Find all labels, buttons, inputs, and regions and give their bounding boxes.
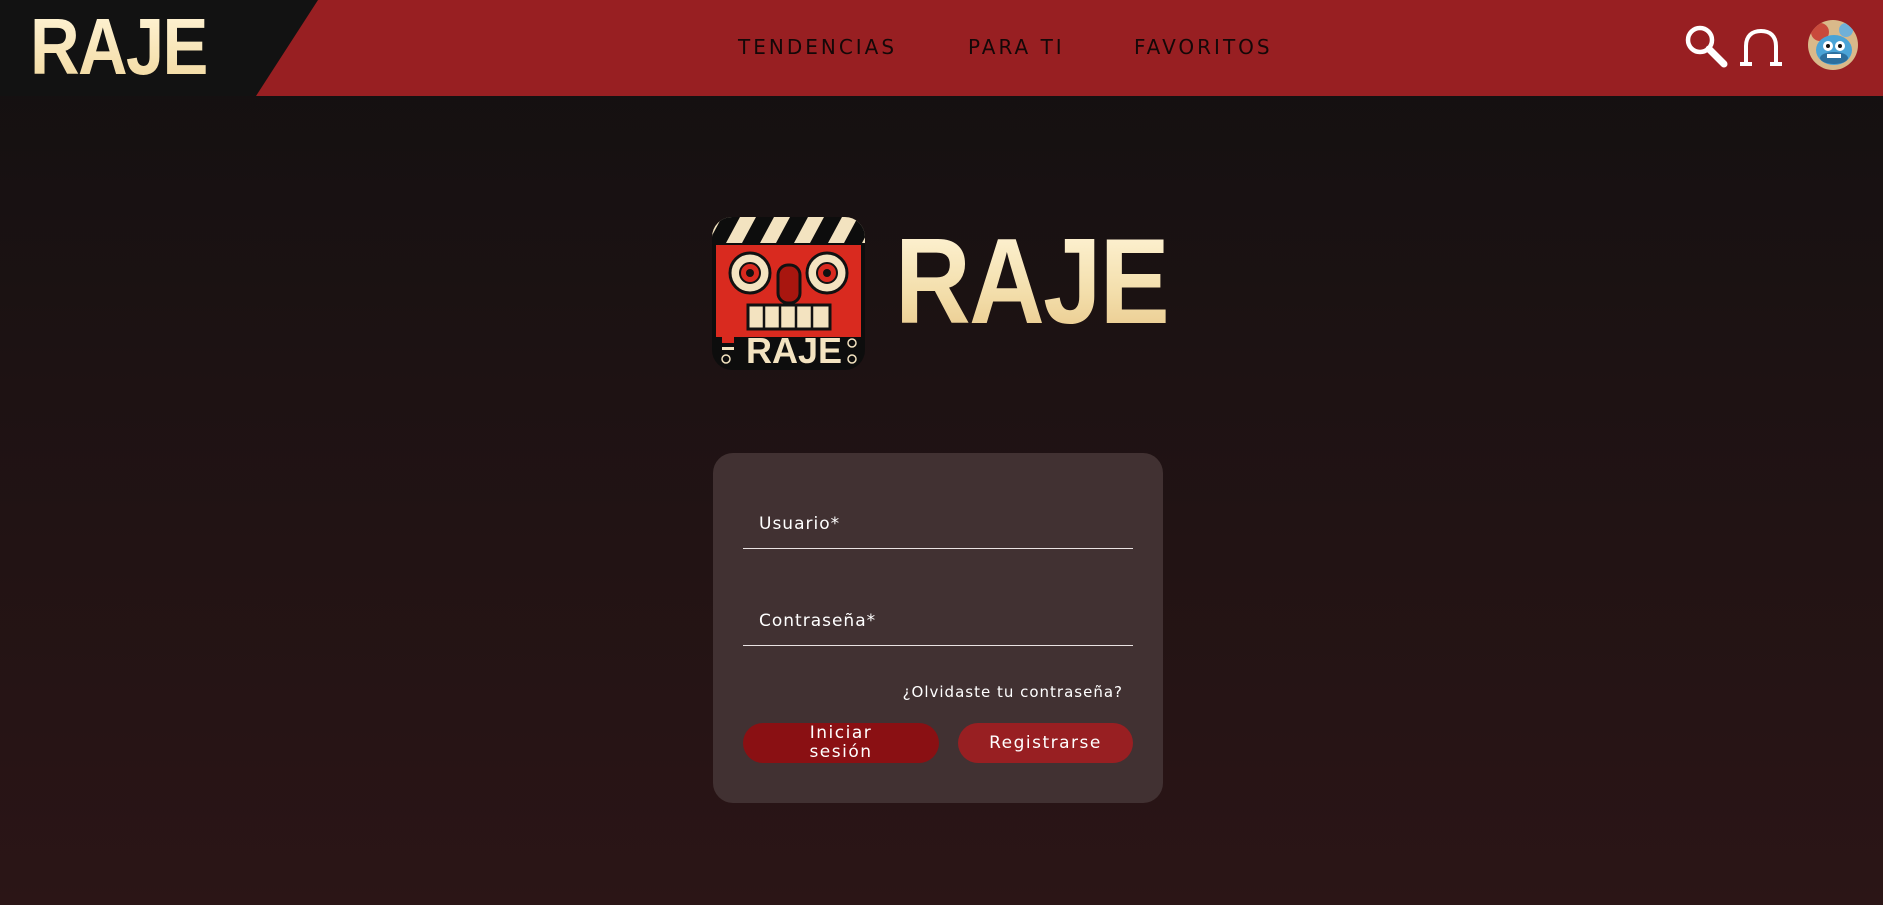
top-header: RAJE TENDENCIAS PARA TI FAVORITOS [0,0,1883,96]
password-field[interactable]: Contraseña* [743,592,1133,646]
password-input[interactable] [743,592,1133,645]
login-form: Usuario* Contraseña* ¿Olvidaste tu contr… [713,453,1163,803]
nav-tendencias[interactable]: TENDENCIAS [738,34,897,60]
bell-icon [1740,28,1782,66]
login-button[interactable]: Iniciar sesión [743,723,939,763]
register-button[interactable]: Registrarse [958,723,1133,763]
app-icon-text: RAJE [746,330,842,370]
search-icon [1685,25,1728,68]
app-icon: RAJE [712,217,865,370]
username-field[interactable]: Usuario* [743,495,1133,549]
nav-para-ti[interactable]: PARA TI [968,34,1065,60]
notifications-button[interactable] [1738,26,1784,70]
header-brand-logo[interactable]: RAJE [30,7,208,87]
user-avatar[interactable] [1808,20,1858,70]
forgot-password-link[interactable]: ¿Olvidaste tu contraseña? [903,683,1123,701]
search-button[interactable] [1682,22,1730,70]
username-input[interactable] [743,495,1133,548]
avatar-image [1808,20,1858,70]
nav-favoritos[interactable]: FAVORITOS [1134,34,1273,60]
brand-wordmark: RAJE [895,213,1170,349]
